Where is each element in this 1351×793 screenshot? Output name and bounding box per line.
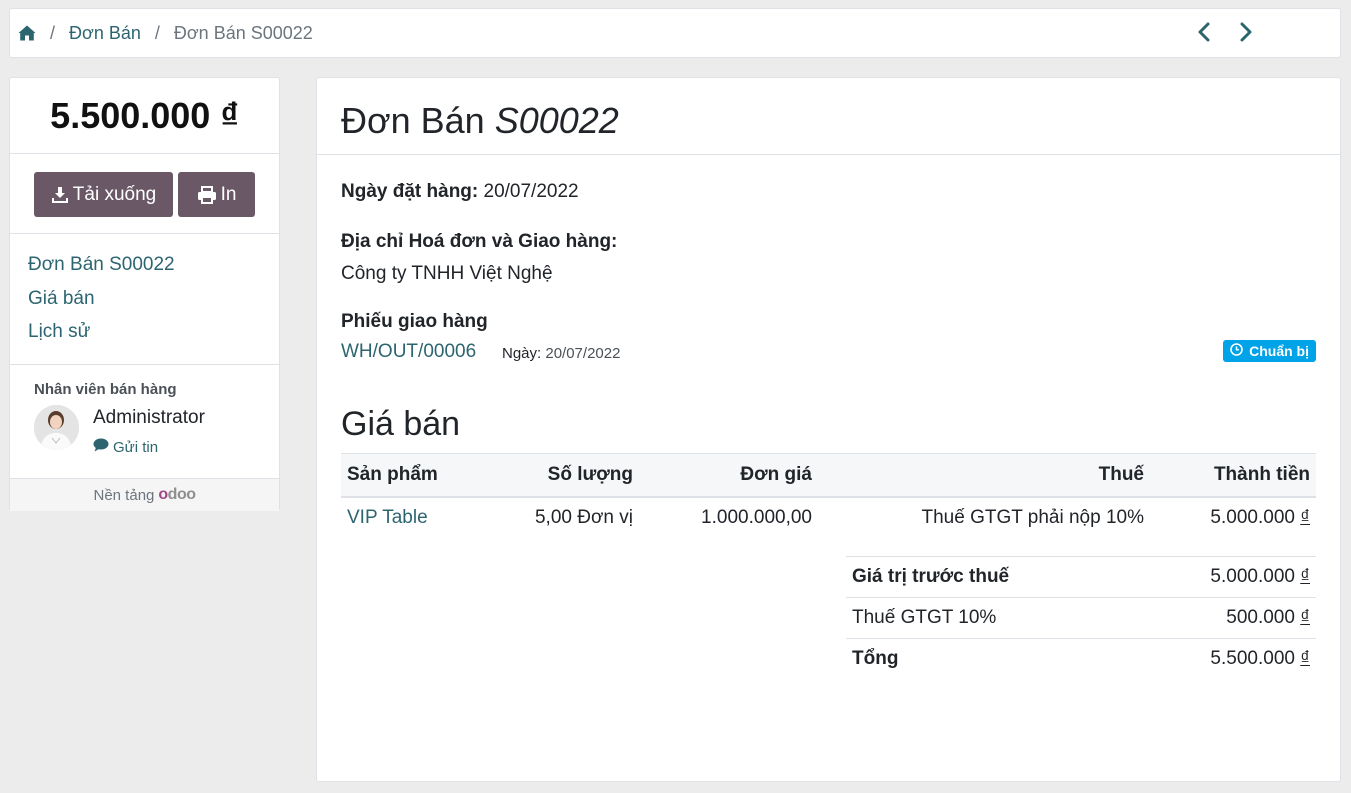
delivery-date-value: 20/07/2022 xyxy=(545,345,621,362)
salesperson-label: Nhân viên bán hàng xyxy=(34,381,177,398)
currency-symbol: ₫ xyxy=(1300,566,1310,587)
status-badge: Chuẩn bị xyxy=(1223,340,1316,362)
download-button[interactable]: Tải xuống xyxy=(34,172,173,217)
breadcrumb-bar: / Đơn Bán / Đơn Bán S00022 xyxy=(9,8,1341,58)
status-badge-label: Chuẩn bị xyxy=(1249,343,1309,359)
currency-symbol: ₫ xyxy=(1300,507,1310,528)
order-date-row: Ngày đặt hàng: 20/07/2022 xyxy=(341,181,579,203)
action-buttons: Tải xuống In xyxy=(10,154,279,234)
address-value: Công ty TNHH Việt Nghệ xyxy=(341,263,553,284)
grand-total-label: Tổng xyxy=(846,638,1130,680)
tax-row: Thuế GTGT 10% 500.000 ₫ xyxy=(846,597,1316,639)
line-unit-price: 1.000.000,00 xyxy=(701,507,812,528)
pricing-section-title: Giá bán xyxy=(341,405,461,443)
salesperson-name: Administrator xyxy=(93,407,205,428)
table-row: VIP Table 5,00 Đơn vị 1.000.000,00 Thuế … xyxy=(341,497,1316,539)
delivery-date: Ngày: 20/07/2022 xyxy=(502,345,620,362)
col-subtotal: Thành tiền xyxy=(1150,453,1316,498)
breadcrumb-current: Đơn Bán S00022 xyxy=(173,22,313,43)
untaxed-label: Giá trị trước thuế xyxy=(846,556,1130,598)
line-tax: Thuế GTGT phải nộp 10% xyxy=(921,507,1145,528)
delivery-label: Phiếu giao hàng xyxy=(341,311,488,332)
col-product: Sản phẩm xyxy=(341,453,501,498)
powered-by-label: Nền tảng xyxy=(93,486,155,504)
download-label: Tải xuống xyxy=(72,183,157,205)
order-date-value: 20/07/2022 xyxy=(483,181,579,202)
table-header-row: Sản phẩm Số lượng Đơn giá Thuế Thành tiề… xyxy=(341,453,1316,498)
page-title: Đơn Bán S00022 xyxy=(317,78,1340,155)
salesperson-section: Nhân viên bán hàng Administrator Gửi tin xyxy=(10,365,279,479)
download-icon xyxy=(51,186,69,204)
totals-table: Giá trị trước thuế 5.000.000 ₫ Thuế GTGT… xyxy=(846,556,1316,680)
sidebar-item-pricing[interactable]: Giá bán xyxy=(28,288,279,322)
address-label: Địa chỉ Hoá đơn và Giao hàng: xyxy=(341,231,618,252)
page-title-number: S00022 xyxy=(494,100,619,141)
breadcrumb-separator: / xyxy=(50,22,56,43)
print-button[interactable]: In xyxy=(178,172,255,217)
record-pager xyxy=(1195,21,1255,43)
col-unit-price: Đơn giá xyxy=(639,453,818,498)
untaxed-row: Giá trị trước thuế 5.000.000 ₫ xyxy=(846,556,1316,598)
delivery-ref-link[interactable]: WH/OUT/00006 xyxy=(341,341,476,363)
tax-label: Thuế GTGT 10% xyxy=(846,597,1130,639)
untaxed-value: 5.000.000 ₫ xyxy=(1129,556,1316,598)
delivery-date-label: Ngày: xyxy=(502,345,542,362)
breadcrumb-separator: / xyxy=(154,22,160,43)
sidebar-nav: Đơn Bán S00022 Giá bán Lịch sử xyxy=(10,234,279,365)
untaxed-amount: 5.000.000 xyxy=(1210,566,1295,587)
line-subtotal-amount: 5.000.000 xyxy=(1210,507,1295,528)
chevron-left-icon[interactable] xyxy=(1195,21,1213,43)
send-message-link[interactable]: Gửi tin xyxy=(93,438,205,456)
powered-by: Nền tảng odoo xyxy=(10,479,279,511)
sidebar: 5.500.000 ₫ Tải xuống In Đơn Bán S00022 … xyxy=(9,77,280,511)
clock-icon xyxy=(1230,343,1243,359)
tax-amount: 500.000 xyxy=(1226,607,1295,628)
chevron-right-icon[interactable] xyxy=(1237,21,1255,43)
line-subtotal: 5.000.000 ₫ xyxy=(1150,497,1316,539)
grand-total-amount: 5.500.000 xyxy=(1210,648,1295,670)
odoo-logo[interactable]: odoo xyxy=(158,486,196,504)
home-icon[interactable] xyxy=(18,25,36,41)
grand-total-row: Tổng 5.500.000 ₫ xyxy=(846,638,1316,680)
currency-symbol: ₫ xyxy=(1300,648,1310,670)
order-lines-table: Sản phẩm Số lượng Đơn giá Thuế Thành tiề… xyxy=(341,453,1316,539)
order-panel: Đơn Bán S00022 Ngày đặt hàng: 20/07/2022… xyxy=(316,77,1341,782)
currency-symbol: ₫ xyxy=(1300,607,1310,628)
tax-value: 500.000 ₫ xyxy=(1129,597,1316,639)
printer-icon xyxy=(197,185,217,204)
avatar xyxy=(34,405,79,450)
sidebar-item-order[interactable]: Đơn Bán S00022 xyxy=(28,254,279,288)
comment-icon xyxy=(93,438,109,456)
col-tax: Thuế xyxy=(818,453,1150,498)
line-quantity: 5,00 Đơn vị xyxy=(534,507,633,528)
send-message-label: Gửi tin xyxy=(113,438,159,456)
breadcrumb-sales-orders[interactable]: Đơn Bán xyxy=(69,23,141,44)
order-total-amount: 5.500.000 ₫ xyxy=(10,78,279,154)
sidebar-item-history[interactable]: Lịch sử xyxy=(28,321,279,355)
grand-total-value: 5.500.000 ₫ xyxy=(1129,638,1316,680)
col-quantity: Số lượng xyxy=(501,453,639,498)
print-label: In xyxy=(220,183,237,205)
page-title-prefix: Đơn Bán xyxy=(341,100,485,141)
order-date-label: Ngày đặt hàng: xyxy=(341,181,479,202)
product-link[interactable]: VIP Table xyxy=(341,497,501,539)
